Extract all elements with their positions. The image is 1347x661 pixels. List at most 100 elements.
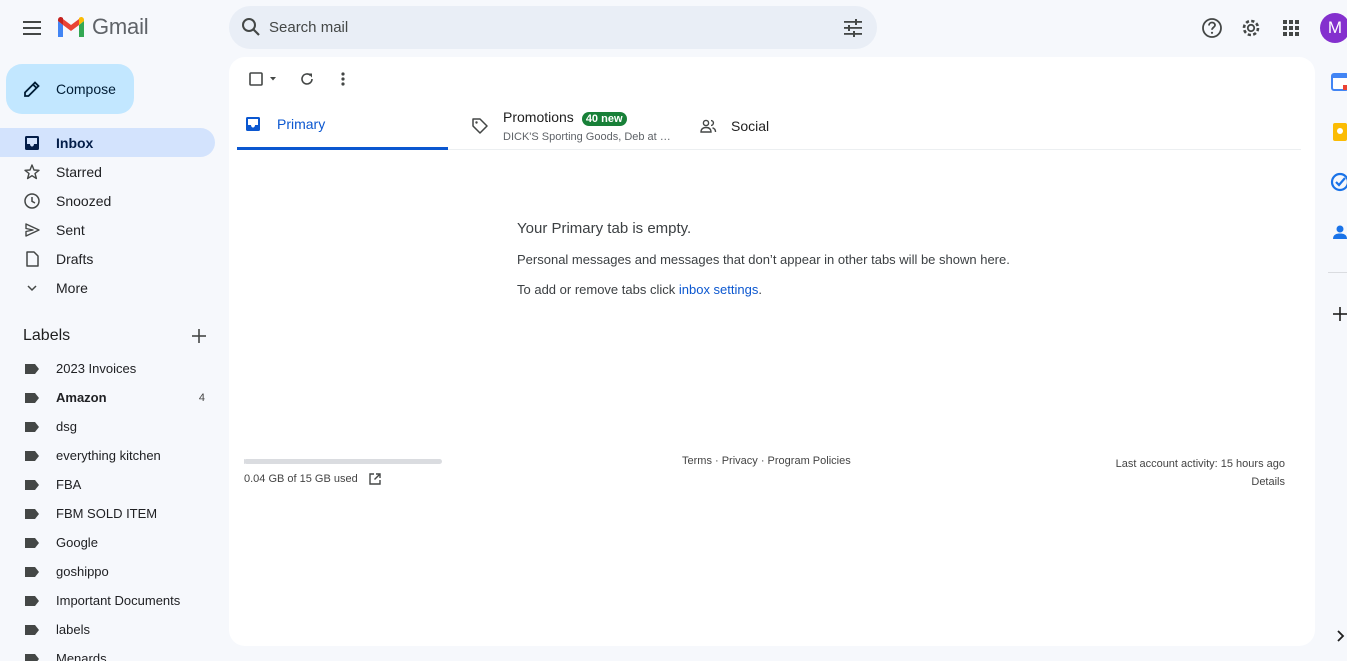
label-name: Google xyxy=(56,535,98,550)
label-icon xyxy=(25,421,39,432)
help-icon xyxy=(1202,18,1222,38)
sidebar-item-more[interactable]: More xyxy=(0,273,215,302)
tab-social[interactable]: Social xyxy=(699,101,899,150)
more-options-button[interactable] xyxy=(327,65,359,93)
open-in-new-icon[interactable] xyxy=(368,472,382,486)
tab-label: Social xyxy=(731,117,770,134)
more-vert-icon xyxy=(341,72,345,86)
unread-count: 4 xyxy=(198,391,205,404)
search-bar[interactable] xyxy=(229,6,877,49)
star-icon xyxy=(24,163,40,179)
compose-label: Compose xyxy=(56,81,116,97)
sidebar-item-snoozed[interactable]: Snoozed xyxy=(0,186,215,215)
sidebar-item-drafts[interactable]: Drafts xyxy=(0,244,215,273)
label-icon xyxy=(25,479,39,490)
label-name: 2023 Invoices xyxy=(56,361,137,376)
sidebar-item-label: Starred xyxy=(56,163,102,180)
gear-icon xyxy=(1242,19,1260,37)
category-tabs: Primary Promotions 40 new DICK'S Sporting… xyxy=(237,101,1301,150)
labels-list: 2023 Invoices Amazon 4 dsg everything ki… xyxy=(0,354,215,661)
label-icon xyxy=(25,624,39,635)
search-icon[interactable] xyxy=(239,15,263,39)
label-item[interactable]: Google xyxy=(0,528,215,557)
sidebar-item-label: Snoozed xyxy=(56,192,112,209)
sidebar-item-label: Inbox xyxy=(56,134,94,151)
empty-title: Your Primary tab is empty. xyxy=(517,220,692,237)
inbox-settings-link[interactable]: inbox settings xyxy=(679,282,759,297)
plus-icon[interactable] xyxy=(1330,304,1347,324)
sidebar-item-starred[interactable]: Starred xyxy=(0,157,215,186)
plus-icon[interactable] xyxy=(191,328,207,344)
label-item[interactable]: Important Documents xyxy=(0,586,215,615)
label-item[interactable]: everything kitchen xyxy=(0,441,215,470)
labels-header: Labels xyxy=(23,326,215,346)
label-name: everything kitchen xyxy=(56,448,161,463)
hamburger-icon xyxy=(23,21,41,35)
chevron-right-icon[interactable] xyxy=(1330,626,1347,646)
main-menu-button[interactable] xyxy=(12,8,52,48)
inbox-icon xyxy=(246,117,260,131)
sidebar-nav: Inbox Starred Snoozed Sent Drafts More xyxy=(0,128,215,302)
search-input[interactable] xyxy=(269,6,829,49)
clock-icon xyxy=(24,192,40,209)
refresh-button[interactable] xyxy=(291,65,323,93)
label-item[interactable]: FBM SOLD ITEM xyxy=(0,499,215,528)
tab-primary[interactable]: Primary xyxy=(237,101,448,150)
label-name: Menards xyxy=(56,651,107,661)
footer-links[interactable]: Terms · Privacy · Program Policies xyxy=(682,455,851,467)
label-name: labels xyxy=(56,622,90,637)
label-item[interactable]: dsg xyxy=(0,412,215,441)
labels-title: Labels xyxy=(23,327,71,344)
support-button[interactable] xyxy=(1192,8,1232,48)
app-name: Gmail xyxy=(92,14,149,39)
last-activity: Last account activity: 15 hours ago xyxy=(1115,458,1285,470)
gmail-logo[interactable]: Gmail xyxy=(56,14,149,40)
compose-button[interactable]: Compose xyxy=(6,64,134,114)
sidebar-item-label: Drafts xyxy=(56,250,94,267)
new-count-badge: 40 new xyxy=(581,111,627,126)
tab-label: Primary xyxy=(277,116,326,132)
storage-usage: 0.04 GB of 15 GB used xyxy=(244,473,358,485)
mail-toolbar xyxy=(241,65,359,93)
details-link[interactable]: Details xyxy=(1116,473,1285,491)
label-icon xyxy=(25,566,39,577)
calendar-icon[interactable] xyxy=(1330,72,1347,92)
label-item[interactable]: labels xyxy=(0,615,215,644)
contacts-icon[interactable] xyxy=(1330,222,1347,242)
empty-settings-hint: To add or remove tabs click inbox settin… xyxy=(517,282,1077,297)
label-item[interactable]: goshippo xyxy=(0,557,215,586)
label-icon xyxy=(25,392,39,403)
storage-info: 0.04 GB of 15 GB used xyxy=(244,472,382,486)
empty-state: Your Primary tab is empty. Personal mess… xyxy=(517,220,1077,297)
people-icon xyxy=(700,119,717,133)
apps-grid-icon xyxy=(1283,20,1299,36)
gmail-m-icon xyxy=(58,16,84,37)
tag-icon xyxy=(472,117,488,134)
search-options-icon[interactable] xyxy=(841,16,865,40)
select-checkbox[interactable] xyxy=(241,65,285,93)
label-name: FBM SOLD ITEM xyxy=(56,506,158,521)
storage-fill xyxy=(244,459,245,464)
keep-icon[interactable] xyxy=(1330,122,1347,142)
tasks-icon[interactable] xyxy=(1330,172,1347,192)
chevron-down-icon xyxy=(27,284,37,291)
promotions-senders: DICK'S Sporting Goods, Deb at … xyxy=(503,130,671,143)
account-avatar[interactable]: M xyxy=(1320,13,1347,43)
label-icon xyxy=(25,537,39,548)
sidebar-item-inbox[interactable]: Inbox xyxy=(0,128,215,157)
apps-button[interactable] xyxy=(1271,8,1311,48)
sidebar-item-label: More xyxy=(56,279,88,296)
sidebar-item-label: Sent xyxy=(56,221,85,238)
inbox-icon xyxy=(25,135,39,150)
label-item[interactable]: Menards xyxy=(0,644,215,661)
label-name: goshippo xyxy=(56,564,109,579)
label-item[interactable]: 2023 Invoices xyxy=(0,354,215,383)
label-icon xyxy=(25,508,39,519)
settings-button[interactable] xyxy=(1231,8,1271,48)
label-item[interactable]: Amazon 4 xyxy=(0,383,215,412)
storage-meter xyxy=(244,459,442,464)
sidebar-item-sent[interactable]: Sent xyxy=(0,215,215,244)
tab-promotions[interactable]: Promotions 40 new DICK'S Sporting Goods, … xyxy=(471,101,693,150)
label-item[interactable]: FBA xyxy=(0,470,215,499)
label-name: Important Documents xyxy=(56,593,181,608)
